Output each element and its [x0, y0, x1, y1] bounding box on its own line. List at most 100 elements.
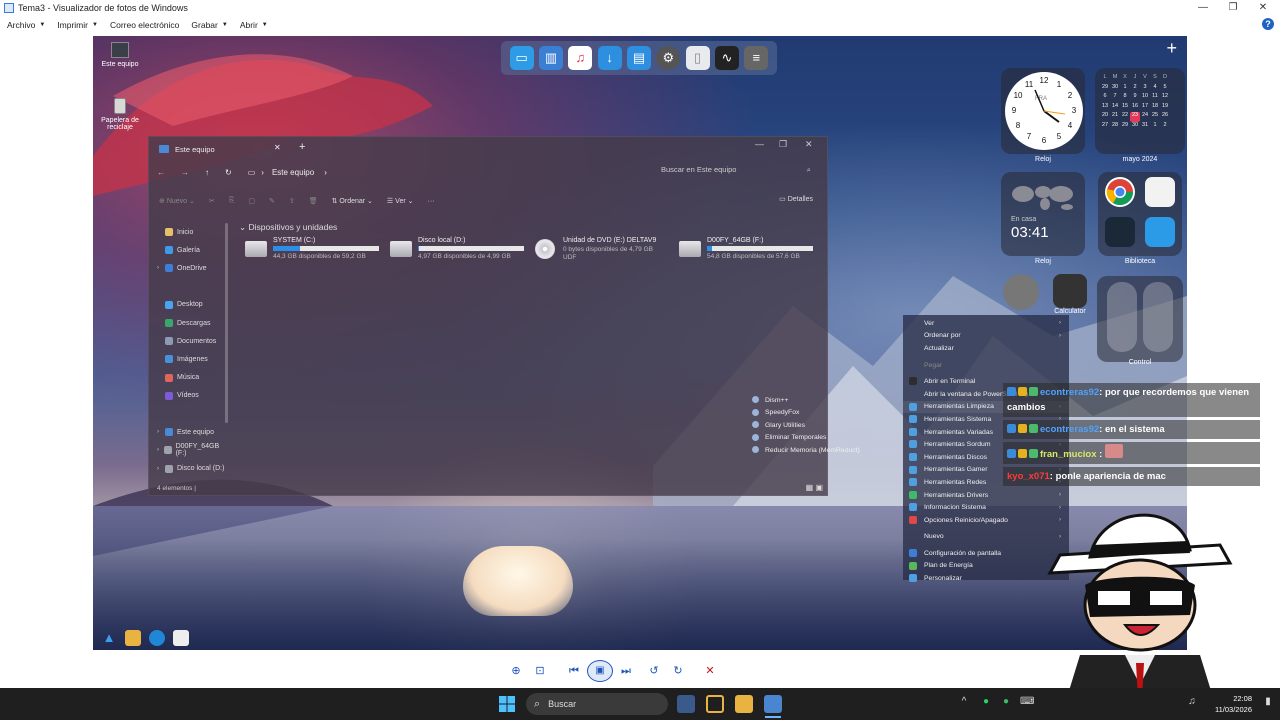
add-widget-icon[interactable]: +	[1166, 38, 1177, 59]
calendar-day[interactable]: 17	[1140, 103, 1150, 113]
explorer-maximize-button[interactable]: ❐	[779, 139, 787, 150]
calendar-day[interactable]: 1	[1150, 122, 1160, 132]
books-icon[interactable]: ▥	[538, 46, 563, 70]
previous-button[interactable]: ⏮	[563, 661, 585, 681]
zoom-button[interactable]: ⊕	[505, 661, 527, 681]
headphones-icon[interactable]: ♫	[1186, 696, 1198, 710]
delete-icon[interactable]: 🗑	[309, 197, 318, 205]
sidebar-item[interactable]: › D00FY_64GB (F:)	[157, 441, 227, 459]
chevron-right-icon[interactable]: ›	[157, 429, 165, 435]
submenu-item[interactable]: Reducir Memoria (MemReduct)	[743, 444, 877, 457]
slideshow-button[interactable]: ▣	[587, 660, 613, 682]
submenu-item[interactable]: Glary Utilities	[743, 419, 877, 432]
rotate-left-button[interactable]: ↺	[643, 661, 665, 681]
submenu-item[interactable]: Eliminar Temporales	[743, 432, 877, 445]
close-button[interactable]: ✕	[1248, 0, 1278, 16]
photo-viewer-icon[interactable]	[764, 695, 782, 713]
edge-icon[interactable]	[149, 630, 165, 646]
clock-widget[interactable]: FRA 12 1 2 3 4 5 6 7 8 9 10 11	[1001, 68, 1085, 154]
calendar-day[interactable]: 9	[1130, 93, 1140, 103]
calendar-day[interactable]: 30	[1130, 122, 1140, 132]
drive-c[interactable]: SYSTEM (C:) 44,3 GB disponibles de 59,2 …	[245, 237, 385, 263]
calendar-day[interactable]: 12	[1160, 93, 1170, 103]
sidebar-item[interactable]: › Disco local (D:)	[157, 459, 227, 477]
context-menu-item[interactable]: Actualizar	[903, 342, 1069, 355]
calendar-day[interactable]: 4	[1150, 84, 1160, 94]
sidebar-item[interactable]: › OneDrive	[157, 259, 227, 277]
calendar-day[interactable]: 30	[1110, 84, 1120, 94]
sidebar-item[interactable]: Documentos	[157, 332, 227, 350]
menu-imprimir[interactable]: Imprimir ▼	[57, 20, 98, 30]
start-icon[interactable]: ▲	[101, 630, 117, 646]
calendar-day[interactable]: 26	[1160, 112, 1170, 122]
minimize-button[interactable]: —	[1188, 0, 1218, 16]
chevron-up-icon[interactable]: ^	[958, 696, 970, 710]
calendar-day[interactable]: 22	[1120, 112, 1130, 122]
calendar-day[interactable]: 11	[1150, 93, 1160, 103]
calculator-icon[interactable]	[1053, 274, 1087, 308]
calendar-day[interactable]: 10	[1140, 93, 1150, 103]
folder-icon[interactable]	[125, 630, 141, 646]
submenu-item[interactable]: SpeedyFox	[743, 407, 877, 420]
calendar-day[interactable]: 8	[1120, 93, 1130, 103]
calendar-day[interactable]: 2	[1160, 122, 1170, 132]
calendar-day[interactable]: 29	[1120, 122, 1130, 132]
settings-icon[interactable]	[1003, 274, 1039, 310]
calendar-day[interactable]: 13	[1100, 103, 1110, 113]
context-menu-item[interactable]: Ver ›	[903, 317, 1069, 330]
sidebar-item[interactable]: › Este equipo	[157, 423, 227, 441]
desktop-icon[interactable]: ▭	[509, 46, 534, 70]
share-icon[interactable]: ⇪	[289, 197, 295, 205]
calendar-day[interactable]: 20	[1100, 112, 1110, 122]
activity-monitor-icon[interactable]: ∿	[714, 46, 739, 70]
file-explorer-icon[interactable]	[735, 695, 753, 713]
explorer-minimize-button[interactable]: —	[755, 139, 764, 149]
calendar-day[interactable]: 7	[1110, 93, 1120, 103]
calendar-day[interactable]: 31	[1140, 122, 1150, 132]
drive-f[interactable]: D00FY_64GB (F:) 54,8 GB disponibles de 5…	[679, 237, 819, 263]
calendar-day[interactable]: 14	[1110, 103, 1120, 113]
sidebar-item[interactable]: Desktop	[157, 296, 227, 314]
calendar-day[interactable]: 5	[1160, 84, 1170, 94]
help-icon[interactable]: ?	[1262, 18, 1274, 30]
maximize-button[interactable]: ❐	[1218, 0, 1248, 16]
explorer-search-box[interactable]: Buscar en Este equipo ⌕	[661, 165, 811, 174]
tab-close-button[interactable]: ✕	[274, 143, 281, 152]
preferences-icon[interactable]: ≡	[744, 46, 769, 70]
desktop-icon-papelera[interactable]: Papelera de reciclaje	[95, 98, 145, 131]
windows-start-icon[interactable]	[499, 696, 515, 712]
capture-app-icon[interactable]	[706, 695, 724, 713]
chrome-icon[interactable]	[1105, 177, 1135, 207]
taskbar-search[interactable]: ⌕ Buscar	[526, 693, 668, 715]
refresh-button[interactable]: ↻	[225, 168, 232, 177]
control-widget[interactable]	[1097, 276, 1183, 362]
back-button[interactable]: ←	[157, 168, 165, 177]
calendar-day[interactable]: 23	[1130, 112, 1140, 122]
calendar-day[interactable]: 16	[1130, 103, 1140, 113]
notifications-icon[interactable]: ▮	[1262, 696, 1274, 710]
steam-icon[interactable]	[1105, 217, 1135, 247]
menu-archivo[interactable]: Archivo ▼	[7, 20, 45, 30]
store-icon[interactable]	[173, 630, 189, 646]
calendar-day[interactable]: 21	[1110, 112, 1120, 122]
view-button[interactable]: ☰ Ver ⌄	[387, 197, 414, 205]
calendar-day[interactable]: 24	[1140, 112, 1150, 122]
search-input[interactable]: Buscar en Este equipo	[661, 165, 736, 174]
rename-icon[interactable]: ✎	[269, 197, 275, 205]
delete-button[interactable]: ✕	[699, 661, 721, 681]
paste-icon[interactable]: ▢	[248, 197, 255, 205]
calendar-widget[interactable]: L M X J V S D 29 30 1 2 3 4 5 6 7 8 9 10 11 12 13 14 15 16 17 18 19…	[1095, 68, 1185, 154]
new-tab-button[interactable]: +	[299, 141, 305, 153]
menu-grabar[interactable]: Grabar ▼	[191, 20, 227, 30]
calculator-icon[interactable]	[1145, 177, 1175, 207]
details-button[interactable]: ▭ Detalles	[779, 195, 813, 203]
explorer-tab[interactable]: Este equipo	[159, 141, 215, 157]
trash-icon[interactable]: ▯	[685, 46, 710, 70]
sidebar-item[interactable]: Imágenes	[157, 350, 227, 368]
sidebar-item[interactable]: Galería	[157, 241, 227, 259]
calendar-day[interactable]: 3	[1140, 84, 1150, 94]
sidebar-item[interactable]: Música	[157, 369, 227, 387]
explorer-close-button[interactable]: ✕	[805, 139, 813, 150]
sidebar-item[interactable]: Inicio	[157, 223, 227, 241]
music-icon[interactable]: ♫	[568, 46, 593, 70]
